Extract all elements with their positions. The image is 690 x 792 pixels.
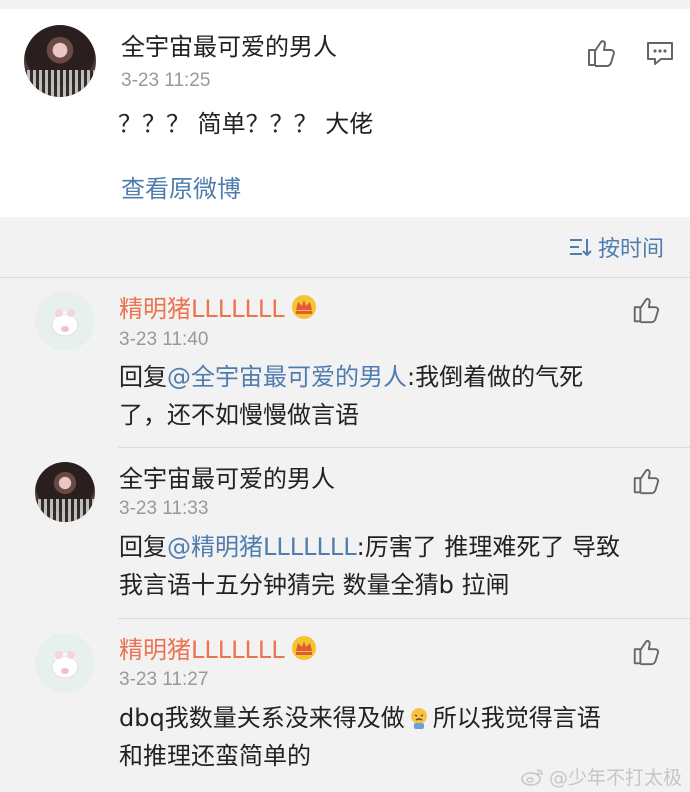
- comment-content: 回复@精明猪LLLLLLL:厉害了 推理难死了 导致 我言语十五分钟猜完 数量全…: [119, 528, 679, 604]
- commenter-name[interactable]: 精明猪LLLLLLL: [119, 635, 285, 665]
- comment-text: 所以我觉得言语: [432, 704, 601, 732]
- like-icon[interactable]: [631, 295, 661, 325]
- comment-text: :厉害了 推理难死了 导致: [356, 533, 620, 561]
- reply-prefix: 回复: [119, 533, 167, 561]
- crying-emoji-icon: [410, 708, 427, 729]
- comment-text: :我倒着做的气死: [407, 363, 584, 391]
- vip-crown-icon: [292, 636, 316, 660]
- commenter-avatar[interactable]: [35, 633, 95, 693]
- comment-text: dbq我数量关系没来得及做: [119, 704, 405, 732]
- weibo-logo-icon: [521, 768, 543, 786]
- commenter-name[interactable]: 精明猪LLLLLLL: [119, 294, 285, 324]
- pig-avatar-icon: [51, 651, 79, 679]
- commenter-avatar[interactable]: [35, 462, 95, 522]
- weibo-comment-page: 全宇宙最可爱的男人 3-23 11:25 ？？？ 简单？？？ 大佬 查看原微博 …: [0, 0, 690, 792]
- commenter-name[interactable]: 全宇宙最可爱的男人: [119, 464, 335, 494]
- sort-label: 按时间: [597, 237, 664, 262]
- comment-timestamp: 3-23 11:27: [119, 669, 209, 690]
- post-author-name[interactable]: 全宇宙最可爱的男人: [121, 32, 337, 62]
- comment-timestamp: 3-23 11:33: [119, 498, 209, 519]
- commenter-avatar[interactable]: [35, 291, 95, 351]
- comment-item[interactable]: 全宇宙最可爱的男人 3-23 11:33 回复@精明猪LLLLLLL:厉害了 推…: [0, 448, 690, 618]
- top-separator: [0, 0, 690, 9]
- mention-link[interactable]: @全宇宙最可爱的男人: [167, 363, 407, 391]
- sort-bar: 按时间: [0, 217, 690, 277]
- sort-by-time-button[interactable]: 按时间: [568, 231, 664, 263]
- like-icon[interactable]: [631, 466, 661, 496]
- original-post-card[interactable]: 全宇宙最可爱的男人 3-23 11:25 ？？？ 简单？？？ 大佬 查看原微博: [0, 9, 690, 217]
- comment-content: 回复@全宇宙最可爱的男人:我倒着做的气死 了，还不如慢慢做言语: [119, 358, 679, 434]
- sort-icon: [569, 239, 592, 257]
- author-avatar[interactable]: [24, 25, 96, 97]
- view-original-weibo-link[interactable]: 查看原微博: [121, 173, 241, 205]
- vip-crown-icon: [292, 295, 316, 319]
- reply-prefix: 回复: [119, 363, 167, 391]
- watermark-text: @少年不打太极: [548, 767, 682, 789]
- like-icon[interactable]: [631, 637, 661, 667]
- post-content: ？？？ 简单？？？ 大佬: [118, 110, 374, 138]
- weibo-watermark: @少年不打太极: [521, 763, 682, 790]
- mention-link[interactable]: @精明猪LLLLLLL: [167, 533, 357, 561]
- like-icon[interactable]: [585, 37, 617, 69]
- comment-text-line2: 了，还不如慢慢做言语: [119, 401, 359, 429]
- comment-icon[interactable]: [645, 39, 675, 69]
- comment-text-line2: 我言语十五分钟猜完 数量全猜b 拉闸: [119, 571, 510, 599]
- comment-item[interactable]: 精明猪LLLLLLL 3-23 11:40 回复@全宇宙最可爱的男人:我倒着做的…: [0, 278, 690, 447]
- post-timestamp: 3-23 11:25: [121, 70, 211, 91]
- pig-avatar-icon: [51, 309, 79, 337]
- comment-timestamp: 3-23 11:40: [119, 329, 209, 350]
